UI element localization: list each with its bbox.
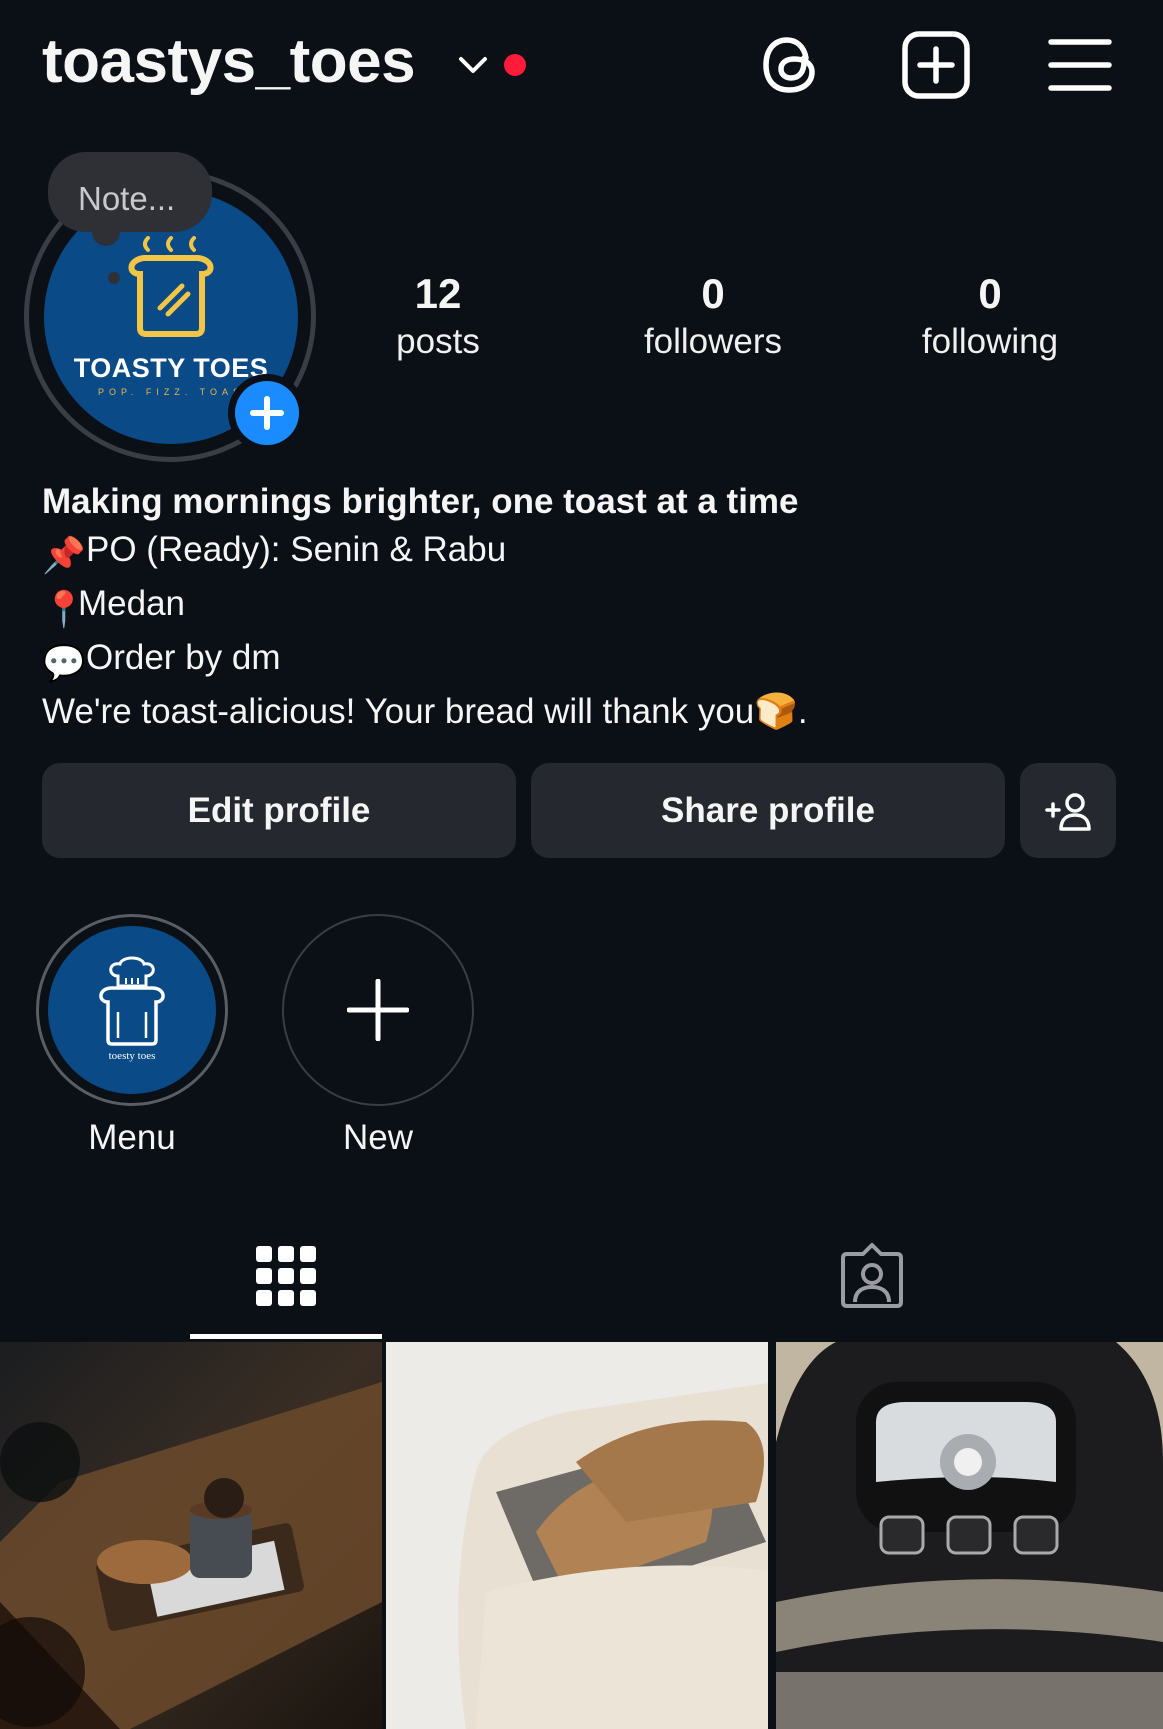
- toaster-dial-photo: [776, 1342, 1163, 1729]
- coffee-toast-photo: [0, 1342, 382, 1729]
- add-story-button[interactable]: [228, 374, 306, 452]
- highlight-menu[interactable]: toesty toes: [36, 914, 228, 1106]
- bio-schedule-text: PO (Ready): Senin & Rabu: [86, 530, 507, 569]
- posts-count: 12: [414, 270, 462, 317]
- toast-logo-icon: [128, 236, 214, 337]
- note-placeholder[interactable]: Note...: [78, 180, 175, 218]
- post-thumbnail-coffee-toast[interactable]: [0, 1342, 382, 1729]
- followers-label: followers: [643, 322, 783, 361]
- location-pin-icon: 📍: [42, 590, 86, 629]
- chevron-down-icon[interactable]: [456, 50, 490, 80]
- stat-following[interactable]: 0 following: [890, 268, 1090, 364]
- grid-icon: [256, 1246, 316, 1306]
- highlight-cover-text: toesty toes: [108, 1050, 156, 1062]
- highlight-new-label: New: [342, 1118, 414, 1157]
- highlight-menu-label: Menu: [88, 1118, 176, 1157]
- plus-icon: [347, 979, 409, 1041]
- highlight-new[interactable]: [282, 914, 474, 1106]
- note-bubble-tail: [108, 272, 120, 284]
- plus-icon: [250, 396, 284, 430]
- tagged-person-icon: [841, 1243, 903, 1308]
- stat-posts[interactable]: 12 posts: [338, 268, 538, 364]
- bio-line-location: 📍Medan: [42, 580, 1122, 634]
- bio-order-text: Order by dm: [86, 638, 281, 677]
- bio-name: Making mornings brighter, one toast at a…: [42, 482, 799, 521]
- notification-dot: [504, 54, 526, 76]
- discover-people-button[interactable]: [1020, 763, 1116, 858]
- bio-line-tagline: We're toast-alicious! Your bread will th…: [42, 688, 1122, 736]
- toaster-bread-photo: [386, 1342, 768, 1729]
- highlight-menu-cover: toesty toes: [48, 926, 216, 1094]
- bio-location-text: Medan: [78, 584, 186, 623]
- active-tab-indicator: [190, 1334, 382, 1339]
- share-profile-button[interactable]: Share profile: [531, 763, 1005, 858]
- bio-tagline-end: .: [797, 692, 808, 731]
- threads-icon[interactable]: [754, 28, 828, 102]
- add-person-icon: [1045, 792, 1091, 831]
- post-thumbnail-toaster-dial[interactable]: [776, 1342, 1163, 1729]
- post-thumbnail-toaster-bread[interactable]: [386, 1342, 768, 1729]
- menu-icon[interactable]: [1043, 28, 1117, 102]
- profile-bio: Making mornings brighter, one toast at a…: [42, 478, 1122, 736]
- followers-count: 0: [701, 270, 725, 317]
- profile-username[interactable]: toastys_toes: [42, 26, 416, 97]
- bio-line-order: 💬Order by dm: [42, 634, 1122, 688]
- speech-bubble-icon: 💬: [42, 644, 86, 683]
- following-label: following: [921, 322, 1059, 361]
- chef-toast-icon: [99, 956, 165, 1046]
- bio-tagline-text: We're toast-alicious! Your bread will th…: [42, 692, 755, 731]
- bread-icon: 🍞: [754, 692, 798, 731]
- tab-posts-grid[interactable]: [206, 1232, 366, 1320]
- edit-profile-button[interactable]: Edit profile: [42, 763, 516, 858]
- bio-line-schedule: 📌PO (Ready): Senin & Rabu: [42, 526, 1122, 580]
- stat-followers[interactable]: 0 followers: [613, 268, 813, 364]
- following-count: 0: [978, 270, 1002, 317]
- pushpin-icon: 📌: [42, 536, 86, 575]
- create-post-icon[interactable]: [899, 28, 973, 102]
- tab-tagged[interactable]: [792, 1232, 952, 1320]
- posts-label: posts: [396, 322, 480, 361]
